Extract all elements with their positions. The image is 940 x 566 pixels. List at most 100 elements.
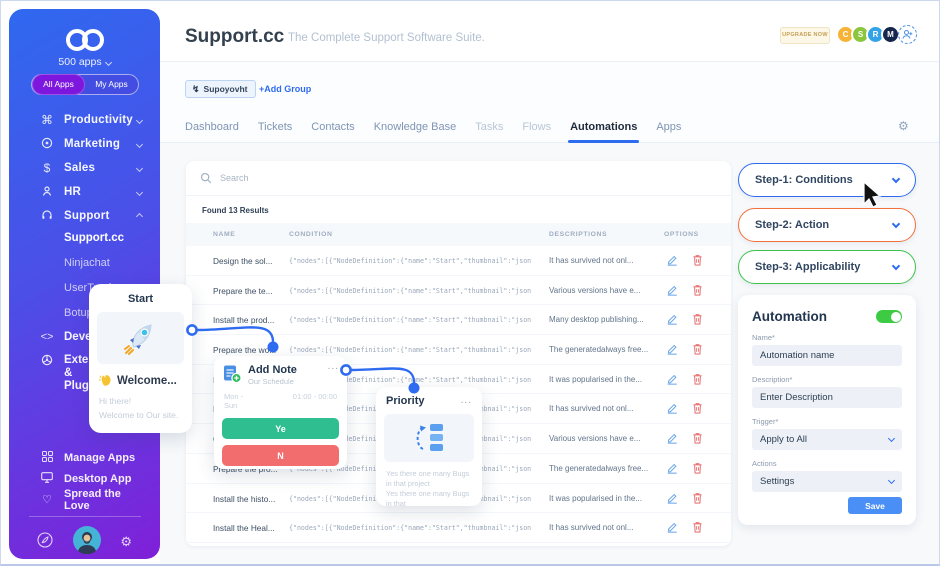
save-button[interactable]: Save [848,497,902,514]
yes-button[interactable]: Ye [222,418,339,439]
step-label: Step-2: Action [755,219,829,231]
tab-automations[interactable]: Automations [570,121,637,143]
tab-tickets[interactable]: Tickets [258,121,292,143]
upgrade-now-button[interactable]: UPGRADE NOW [780,27,830,44]
edit-pencil-icon[interactable] [666,402,678,414]
flow-start-card[interactable]: Start Welcome... Hi there! Welcome to Ou… [89,284,192,433]
search-icon [200,172,212,184]
delete-trash-icon[interactable] [692,521,703,533]
delete-trash-icon[interactable] [692,313,703,325]
start-card-title: Start [89,284,192,305]
step-2-action-dropdown[interactable]: Step-2: Action [738,208,916,242]
delete-trash-icon[interactable] [692,373,703,385]
add-note-title: Add Note [248,364,297,376]
headset-icon [39,209,55,224]
sidebar-item-desktop-app[interactable]: Desktop App [9,468,160,489]
delete-trash-icon[interactable] [692,432,703,444]
tab-apps[interactable]: Apps [656,121,681,143]
tab-contacts[interactable]: Contacts [311,121,354,143]
table-header: NAME CONDITION DESCRIPTIONS OPTIONS [186,223,731,246]
tab-flows[interactable]: Flows [522,121,551,143]
automation-description-field[interactable] [752,387,902,408]
card-menu-dots[interactable]: ... [328,364,339,370]
trigger-select[interactable]: Apply to All [752,429,902,450]
tab-tasks[interactable]: Tasks [475,121,503,143]
edit-pencil-icon[interactable] [666,462,678,474]
sidebar-item-label: Sales [64,162,95,174]
edit-pencil-icon[interactable] [666,432,678,444]
row-description: Many desktop publishing... [549,315,657,324]
chevron-down-icon [136,116,143,123]
sidebar-item-productivity[interactable]: ⌘ Productivity [9,108,160,132]
tab-knowledge-base[interactable]: Knowledge Base [374,121,457,143]
search-bar [186,161,731,196]
edit-pencil-icon[interactable] [666,313,678,325]
welcome-line2: Welcome to Our site. [99,408,192,422]
column-header-descriptions: DESCRIPTIONS [549,231,607,238]
step-label: Step-1: Conditions [755,174,853,186]
step-3-applicability-dropdown[interactable]: Step-3: Applicability [738,250,916,284]
edit-pencil-icon[interactable] [666,284,678,296]
tab-settings-gear-icon[interactable]: ⚙ [898,119,909,133]
group-chip[interactable]: ↯ Supoyovht [185,80,256,98]
chevron-down-icon [892,219,900,227]
edit-pencil-icon[interactable] [666,343,678,355]
actions-select[interactable]: Settings [752,471,902,492]
edit-pencil-icon[interactable] [666,254,678,266]
tab-dashboard[interactable]: Dashboard [185,121,239,143]
delete-trash-icon[interactable] [692,254,703,266]
card-menu-dots[interactable]: ... [461,398,472,404]
sidebar-item-marketing[interactable]: Marketing [9,132,160,156]
flow-add-note-card[interactable]: Add Note Our Schedule ... Mon - Sun 01:0… [214,356,347,469]
user-avatar[interactable] [73,526,101,559]
add-user-button[interactable] [898,25,917,44]
edit-pencil-icon[interactable] [666,521,678,533]
automation-enabled-toggle[interactable] [876,310,902,323]
all-apps-toggle[interactable]: All Apps [32,74,85,95]
step-1-conditions-dropdown[interactable]: Step-1: Conditions [738,163,916,197]
sidebar-item-spread-love[interactable]: ♡ Spread the Love [9,489,160,510]
team-avatars: C S R M [836,25,917,44]
description-label: Description* [752,375,902,384]
chevron-down-icon [892,174,900,182]
person-icon [39,185,55,200]
delete-trash-icon[interactable] [692,284,703,296]
sidebar-item-manage-apps[interactable]: Manage Apps [9,447,160,468]
infinity-logo-icon [62,27,108,53]
apps-count-label: 500 apps [58,56,101,68]
page-subtitle: The Complete Support Software Suite. [288,32,485,44]
dollar-icon: $ [39,161,55,175]
sidebar-item-ninjachat[interactable]: Ninjachat [64,250,124,275]
delete-trash-icon[interactable] [692,343,703,355]
row-description: It has survived not onl... [549,404,657,413]
priority-text2: Yes there one many Bugs in that [386,489,474,509]
waving-hand-icon [99,374,112,387]
my-apps-toggle[interactable]: My Apps [85,74,138,95]
sidebar-item-supportcc[interactable]: Support.cc [64,225,124,250]
edit-pencil-icon[interactable] [666,492,678,504]
sidebar-item-hr[interactable]: HR [9,180,160,204]
flow-priority-card[interactable]: Priority ... Yes there one many Bugs in … [376,387,482,506]
row-options [666,462,703,474]
automation-name-field[interactable] [752,345,902,366]
delete-trash-icon[interactable] [692,492,703,504]
heart-icon: ♡ [39,493,55,506]
no-button[interactable]: N [222,445,339,466]
page-title: Support.cc [185,26,284,48]
page-header: Support.cc The Complete Support Software… [160,1,940,62]
delete-trash-icon[interactable] [692,462,703,474]
rocket-iconbox [97,312,184,364]
edit-pencil-icon[interactable] [666,373,678,385]
sidebar-item-sales[interactable]: $ Sales [9,156,160,180]
monitor-icon [39,472,55,486]
settings-gear-icon[interactable]: ⚙ [120,534,132,550]
apps-count-dropdown[interactable]: 500 apps [9,56,160,68]
chevron-down-icon [888,477,895,484]
add-group-link[interactable]: +Add Group [259,84,311,94]
group-chip-label: Supoyovht [204,84,248,94]
search-input[interactable] [220,173,520,183]
quill-icon[interactable] [37,532,53,553]
add-note-subtitle: Our Schedule [248,377,297,386]
delete-trash-icon[interactable] [692,402,703,414]
row-description: Various versions have e... [549,286,657,295]
